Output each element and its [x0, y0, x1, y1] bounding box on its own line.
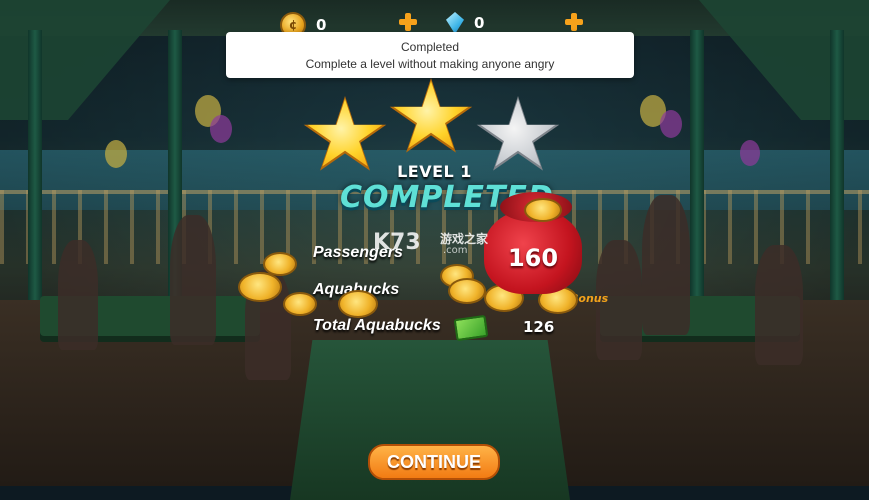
passenger: [170, 215, 216, 345]
level-label: LEVEL 1: [397, 162, 472, 181]
coin-icon: [524, 198, 562, 222]
balloon: [660, 110, 682, 138]
add-gems-button[interactable]: [564, 12, 584, 32]
bag-value: 160: [507, 244, 559, 272]
coin-icon: [448, 278, 486, 304]
notification-title: Completed: [400, 40, 460, 54]
coin-icon: [338, 290, 378, 318]
add-coins-button[interactable]: [398, 12, 418, 32]
passenger: [642, 195, 690, 335]
gem-icon: [446, 12, 464, 34]
passenger: [755, 245, 803, 365]
coin-icon: [238, 272, 282, 302]
continue-button[interactable]: CONTINUE: [368, 444, 500, 480]
passenger: [58, 240, 98, 350]
cash-icon: [453, 314, 489, 342]
gem-counter: 0: [446, 12, 484, 34]
roof-left: [0, 0, 170, 120]
gem-count: 0: [474, 14, 485, 32]
balloon: [210, 115, 232, 143]
coin-icon: [283, 292, 317, 316]
total-aquabucks-value: 126: [523, 318, 555, 336]
notification-description: Complete a level without making anyone a…: [305, 57, 555, 71]
watermark-logo: K73: [373, 230, 421, 255]
watermark-domain: .com: [443, 245, 468, 256]
achievement-notification: Completed Complete a level without makin…: [226, 32, 634, 78]
total-aquabucks-label: Total Aquabucks: [313, 317, 441, 334]
